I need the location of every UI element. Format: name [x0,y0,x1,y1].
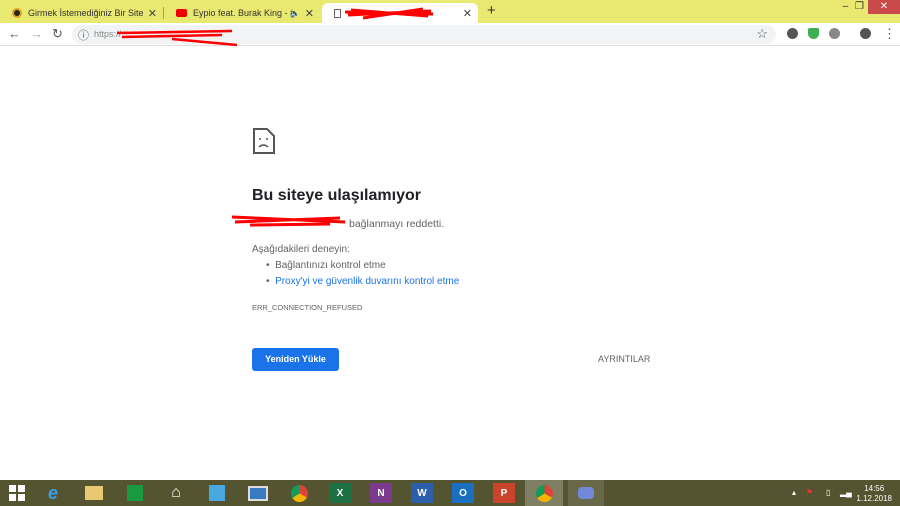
powerpoint-icon[interactable]: P [493,483,515,503]
bookmark-star-icon[interactable]: ☆ [756,26,768,42]
adguard-shield-icon[interactable] [808,28,819,39]
suggestion-proxy: • Proxy'yi ve güvenlik duvarını kontrol … [266,276,460,287]
redaction-scribble [231,215,346,227]
close-tab-icon[interactable]: ✕ [305,7,314,20]
monitor-app-icon[interactable] [247,483,269,503]
word-icon[interactable]: W [411,483,433,503]
menu-button[interactable]: ⋮ [883,26,896,42]
windows-start-icon[interactable] [6,483,28,503]
close-window-button[interactable]: ✕ [868,0,900,14]
clock[interactable]: 14:56 1.12.2018 [856,484,892,504]
restore-button[interactable]: ❐ [852,0,867,14]
close-tab-icon[interactable]: ✕ [463,7,472,20]
reload-button[interactable]: ↻ [52,26,63,42]
internet-explorer-icon[interactable]: e [42,483,64,503]
suggestion-connection: • Bağlantınızı kontrol etme [266,260,386,271]
reload-page-button[interactable]: Yeniden Yükle [252,348,339,371]
file-explorer-icon[interactable] [83,483,105,503]
excel-icon[interactable]: X [329,483,351,503]
chrome-icon[interactable] [288,483,310,503]
store-icon[interactable] [124,483,146,503]
error-message: bağlanmayı reddetti. [349,218,445,230]
taskbar: e ⌂ X N W O P ▴ ⚑ ▯ ▂▄ 14:56 1.12.2018 [0,480,900,506]
tab-blocking-article[interactable]: Girmek İstemediğiniz Bir Siteyi Engellem… [0,3,163,23]
show-hidden-icons[interactable]: ▴ [792,488,796,497]
flag-icon[interactable]: ⚑ [806,488,813,497]
extension-bulb-icon[interactable] [787,28,798,39]
address-bar[interactable]: ⓘ https:// ☆ [72,25,776,47]
tab-youtube[interactable]: Eypio feat. Burak King - #Sen 🔈 ✕ [164,3,320,23]
mail-app-icon[interactable] [206,483,228,503]
minimize-button[interactable]: – [838,0,853,14]
forward-button[interactable]: → [30,26,43,41]
tab-active[interactable]: ✕ [322,3,478,23]
chrome-active-icon[interactable] [525,480,563,506]
toolbar: ← → ↻ ⓘ https:// ☆ ⋮ [0,23,900,47]
profile-icon[interactable] [860,28,871,39]
redaction-scribble [344,7,434,20]
network-signal-icon[interactable]: ▂▄ [840,488,852,497]
extension-icon[interactable] [829,28,840,39]
home-icon[interactable]: ⌂ [165,483,187,503]
site-favicon-icon [12,8,22,18]
tab-bar: Girmek İstemediğiniz Bir Siteyi Engellem… [0,0,900,23]
suggestion-text: Bağlantınızı kontrol etme [275,260,386,271]
youtube-icon [176,9,187,17]
outlook-icon[interactable]: O [452,483,474,503]
error-code: ERR_CONNECTION_REFUSED [252,303,363,312]
try-label: Aşağıdakileri deneyin: [252,244,350,255]
close-tab-icon[interactable]: ✕ [148,7,157,20]
details-button[interactable]: AYRINTILAR [598,354,650,364]
proxy-firewall-link[interactable]: Proxy'yi ve güvenlik duvarını kontrol et… [275,276,459,287]
tab-title: Girmek İstemediğiniz Bir Siteyi Engellem… [28,8,143,18]
time: 14:56 [864,484,885,493]
redaction-scribble [116,29,238,47]
tab-title: Eypio feat. Burak King - #Sen [193,8,293,18]
sad-page-icon [253,128,275,154]
info-icon[interactable]: ⓘ [78,27,89,43]
error-title: Bu siteye ulaşılamıyor [252,187,421,204]
discord-icon[interactable] [568,480,604,506]
back-button[interactable]: ← [8,26,21,41]
date: 1.12.2018 [856,494,892,503]
new-tab-button[interactable]: + [487,2,496,19]
battery-icon[interactable]: ▯ [826,488,830,497]
onenote-icon[interactable]: N [370,483,392,503]
page-icon [334,8,341,18]
audio-icon[interactable]: 🔈 [290,9,300,18]
